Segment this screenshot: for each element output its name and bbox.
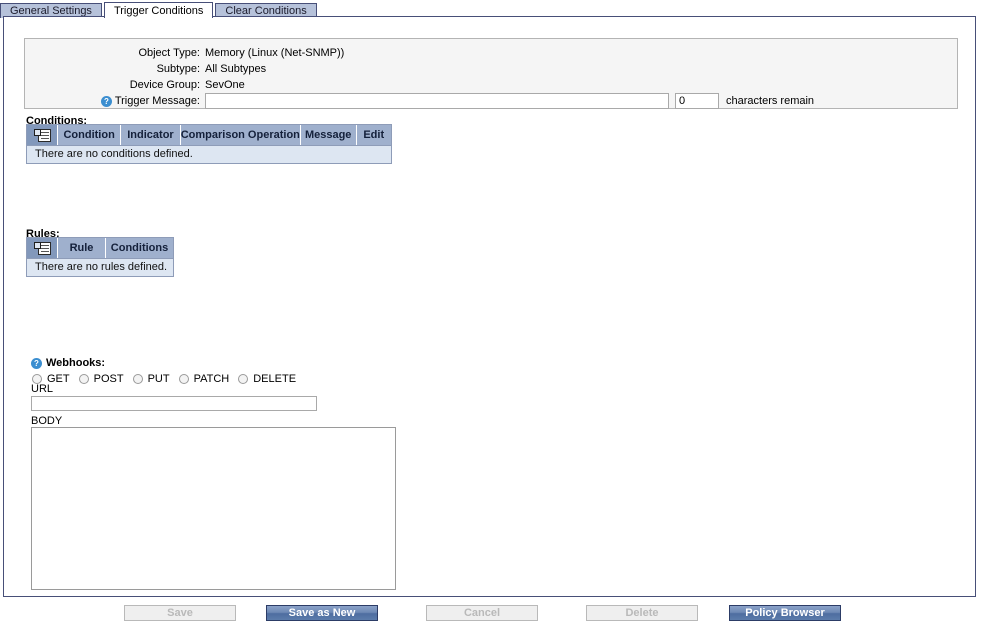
radio-button-delete[interactable] [238, 374, 249, 384]
rules-empty-row: There are no rules defined. [27, 258, 173, 276]
webhook-method-patch[interactable]: PATCH [178, 373, 230, 385]
trigger-message-input[interactable] [205, 93, 669, 109]
conditions-column-condition[interactable]: Condition [58, 125, 122, 145]
conditions-column-comparison-operation[interactable]: Comparison Operation [180, 125, 301, 145]
conditions-grid: Condition Indicator Comparison Operation… [26, 124, 392, 164]
conditions-column-edit[interactable]: Edit [356, 125, 391, 145]
help-icon[interactable]: ? [100, 95, 112, 107]
characters-remain-count [675, 93, 719, 109]
object-type-value: Memory (Linux (Net-SNMP)) [205, 47, 345, 59]
webhooks-help-icon[interactable]: ? [31, 357, 42, 369]
webhook-method-put[interactable]: PUT [132, 373, 170, 385]
radio-button-patch[interactable] [178, 374, 189, 384]
rules-grid: Rule Conditions There are no rules defin… [26, 237, 174, 277]
tab-bar: General Settings Trigger Conditions Clea… [0, 0, 982, 18]
subtype-value: All Subtypes [205, 63, 267, 75]
url-input[interactable] [31, 396, 317, 411]
new-list-item-icon [33, 128, 51, 142]
trigger-message-label: Trigger Message: [114, 95, 200, 107]
webhook-method-delete[interactable]: DELETE [238, 373, 296, 385]
webhook-method-delete-label: DELETE [253, 373, 297, 385]
device-group-label: Device Group: [129, 79, 200, 91]
subtype-row: Subtype: All Subtypes [25, 61, 957, 77]
delete-button[interactable]: Delete [586, 605, 698, 621]
webhooks-title: Webhooks: [46, 357, 106, 369]
webhooks-title-row: ? Webhooks: [31, 357, 105, 369]
conditions-column-message[interactable]: Message [300, 125, 357, 145]
conditions-empty-row: There are no conditions defined. [27, 145, 391, 163]
footer-button-bar: Save Save as New Cancel Delete Policy Br… [0, 600, 982, 626]
conditions-grid-header: Condition Indicator Comparison Operation… [27, 125, 391, 145]
body-label: BODY [31, 415, 63, 427]
trigger-conditions-panel: Object Type: Memory (Linux (Net-SNMP)) S… [3, 16, 976, 597]
device-group-row: Device Group: SevOne [25, 77, 957, 93]
object-type-row: Object Type: Memory (Linux (Net-SNMP)) [25, 45, 957, 61]
body-textarea[interactable] [31, 427, 396, 590]
rules-column-conditions[interactable]: Conditions [106, 238, 173, 258]
characters-remain-label: characters remain [726, 95, 815, 107]
rules-add-icon-cell[interactable] [27, 238, 58, 258]
radio-button-put[interactable] [132, 374, 143, 384]
rules-column-rule[interactable]: Rule [58, 238, 106, 258]
webhook-method-radio-group: GET POST PUT PATCH DELETE [32, 373, 305, 385]
subtype-label: Subtype: [156, 63, 200, 75]
radio-button-post[interactable] [78, 374, 89, 384]
webhook-method-patch-label: PATCH [193, 373, 230, 385]
conditions-column-indicator[interactable]: Indicator [121, 125, 181, 145]
object-type-label: Object Type: [138, 47, 200, 59]
webhook-method-post[interactable]: POST [78, 373, 124, 385]
rules-grid-header: Rule Conditions [27, 238, 173, 258]
trigger-message-label-wrap: ? Trigger Message: [25, 95, 205, 107]
conditions-add-icon-cell[interactable] [27, 125, 58, 145]
cancel-button[interactable]: Cancel [426, 605, 538, 621]
save-button[interactable]: Save [124, 605, 236, 621]
trigger-message-row: ? Trigger Message: characters remain [25, 93, 957, 109]
url-label: URL [31, 383, 54, 395]
device-group-value: SevOne [205, 79, 245, 91]
webhook-method-post-label: POST [93, 373, 124, 385]
save-as-new-button[interactable]: Save as New [266, 605, 378, 621]
policy-browser-button[interactable]: Policy Browser [729, 605, 841, 621]
object-info-box: Object Type: Memory (Linux (Net-SNMP)) S… [24, 38, 958, 109]
tab-trigger-conditions[interactable]: Trigger Conditions [103, 2, 214, 18]
new-list-item-icon [33, 241, 51, 255]
webhook-method-put-label: PUT [147, 373, 170, 385]
